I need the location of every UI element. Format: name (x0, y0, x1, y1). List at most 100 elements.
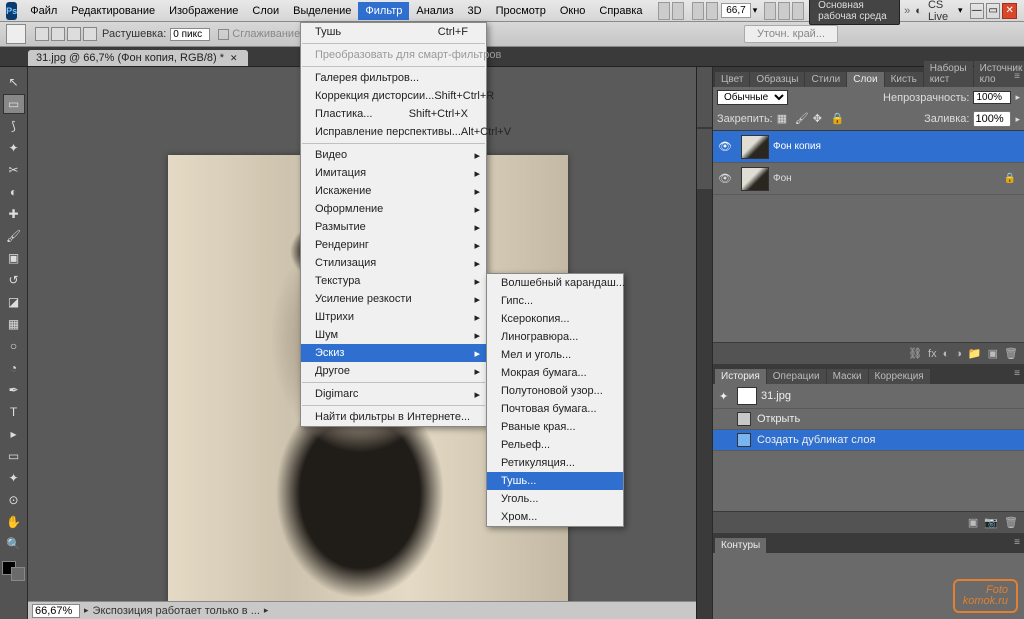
menu-item[interactable]: Текстура▸ (301, 272, 486, 290)
menu-layers[interactable]: Слои (245, 2, 286, 20)
tool-preset-icon[interactable] (6, 24, 26, 44)
dock-tab-2[interactable] (697, 129, 713, 189)
tab-brush-presets[interactable]: Наборы кист (924, 61, 973, 87)
menu-item[interactable]: Штрихи▸ (301, 308, 486, 326)
submenu-item[interactable]: Линогравюра... (487, 328, 623, 346)
menu-analysis[interactable]: Анализ (409, 2, 460, 20)
dock-tab-1[interactable] (697, 67, 713, 127)
3d-camera-tool[interactable]: ⊙ (3, 490, 25, 510)
submenu-item[interactable]: Ретикуляция... (487, 454, 623, 472)
clone-stamp-tool[interactable]: ▣ (3, 248, 25, 268)
layer-mask-icon[interactable]: ◐ (943, 348, 950, 360)
eyedropper-tool[interactable]: ◐ (3, 182, 25, 202)
layer-name[interactable]: Фон копия (773, 141, 821, 152)
link-layers-icon[interactable]: ⛓ (908, 347, 922, 360)
panel-menu-icon[interactable]: ≡ (1014, 368, 1020, 379)
3d-tool[interactable]: ✦ (3, 468, 25, 488)
submenu-item[interactable]: Полутоновой узор... (487, 382, 623, 400)
menu-filter[interactable]: Фильтр (358, 2, 409, 20)
history-snapshot[interactable]: ✦ 31.jpg (713, 384, 1024, 409)
type-tool[interactable]: T (3, 402, 25, 422)
tab-masks[interactable]: Маски (827, 369, 868, 384)
move-tool[interactable]: ↖ (3, 72, 25, 92)
select-subtract-icon[interactable] (67, 27, 81, 41)
menu-item[interactable]: Усиление резкости▸ (301, 290, 486, 308)
menu-item[interactable]: Галерея фильтров... (301, 69, 486, 87)
menu-help[interactable]: Справка (592, 2, 649, 20)
launch-bridge-icon[interactable] (658, 2, 670, 20)
adjustment-layer-icon[interactable]: ◑ (955, 348, 962, 360)
healing-brush-tool[interactable]: ✚ (3, 204, 25, 224)
launch-mini-bridge-icon[interactable] (672, 2, 684, 20)
menu-file[interactable]: Файл (23, 2, 64, 20)
screen-mode-icon[interactable] (706, 2, 718, 20)
panel-menu-icon[interactable]: ≡ (1014, 537, 1020, 548)
hand-tool[interactable]: ✋ (3, 512, 25, 532)
menu-select[interactable]: Выделение (286, 2, 358, 20)
menu-image[interactable]: Изображение (162, 2, 245, 20)
delete-state-icon[interactable]: 🗑 (1004, 516, 1018, 529)
shape-tool[interactable]: ▭ (3, 446, 25, 466)
history-step[interactable]: Создать дубликат слоя (713, 430, 1024, 451)
background-color[interactable] (11, 567, 25, 581)
maximize-button[interactable]: ▭ (986, 3, 1000, 19)
zoom-tool[interactable]: 🔍 (3, 534, 25, 554)
guides-icon[interactable] (778, 2, 790, 20)
submenu-item[interactable]: Рваные края... (487, 418, 623, 436)
panel-menu-icon[interactable]: ≡ (1014, 71, 1020, 82)
layer-name[interactable]: Фон (773, 173, 792, 184)
visibility-icon[interactable]: 👁 (713, 172, 737, 185)
menu-view[interactable]: Просмотр (489, 2, 553, 20)
submenu-item[interactable]: Уголь... (487, 490, 623, 508)
menu-item[interactable]: Другое▸ (301, 362, 486, 380)
gradient-tool[interactable]: ▦ (3, 314, 25, 334)
layer-fx-icon[interactable]: fx (928, 348, 937, 360)
submenu-item[interactable]: Рельеф... (487, 436, 623, 454)
tab-adjustments[interactable]: Коррекция (869, 369, 930, 384)
tab-paths[interactable]: Контуры (715, 538, 766, 553)
close-icon[interactable]: ✕ (230, 53, 238, 64)
pen-tool[interactable]: ✒ (3, 380, 25, 400)
lock-position-icon[interactable]: ✥ (813, 112, 827, 126)
menu-item[interactable]: Эскиз▸ (301, 344, 486, 362)
tab-history[interactable]: История (715, 369, 766, 384)
menu-3d[interactable]: 3D (461, 2, 489, 20)
menu-item[interactable]: Размытие▸ (301, 218, 486, 236)
menu-edit[interactable]: Редактирование (64, 2, 162, 20)
lock-all-icon[interactable]: 🔒 (831, 112, 845, 126)
anti-alias-checkbox[interactable] (218, 29, 229, 40)
layer-row[interactable]: 👁 Фон 🔒 (713, 163, 1024, 195)
menu-item[interactable]: Исправление перспективы...Alt+Ctrl+V (301, 123, 486, 141)
new-snapshot-icon[interactable]: 📷 (984, 516, 998, 529)
new-document-from-state-icon[interactable]: ▣ (968, 516, 978, 529)
menu-item[interactable]: Рендеринг▸ (301, 236, 486, 254)
view-extras-icon[interactable] (764, 2, 776, 20)
menu-item[interactable]: Оформление▸ (301, 200, 486, 218)
menu-item[interactable]: Видео▸ (301, 146, 486, 164)
history-step[interactable]: Открыть (713, 409, 1024, 430)
lasso-tool[interactable]: ⟆ (3, 116, 25, 136)
blur-tool[interactable]: ○ (3, 336, 25, 356)
select-new-icon[interactable] (35, 27, 49, 41)
minimize-button[interactable]: — (970, 3, 984, 19)
submenu-item[interactable]: Хром... (487, 508, 623, 526)
path-select-tool[interactable]: ▸ (3, 424, 25, 444)
visibility-icon[interactable]: 👁 (713, 140, 737, 153)
select-add-icon[interactable] (51, 27, 65, 41)
tab-layers[interactable]: Слои (847, 72, 883, 87)
new-layer-icon[interactable]: ▣ (988, 347, 998, 360)
tab-actions[interactable]: Операции (767, 369, 826, 384)
arrange-icon[interactable] (692, 2, 704, 20)
document-tab[interactable]: 31.jpg @ 66,7% (Фон копия, RGB/8) * ✕ (28, 50, 248, 66)
brush-tool[interactable]: 🖌 (3, 226, 25, 246)
menu-item[interactable]: Стилизация▸ (301, 254, 486, 272)
blend-mode-select[interactable]: Обычные (717, 90, 788, 105)
tab-color[interactable]: Цвет (715, 72, 749, 87)
delete-layer-icon[interactable]: 🗑 (1004, 347, 1018, 360)
menu-item[interactable]: ТушьCtrl+F (301, 23, 486, 41)
tab-brush[interactable]: Кисть (885, 72, 923, 87)
layer-thumbnail[interactable] (741, 167, 769, 191)
layer-thumbnail[interactable] (741, 135, 769, 159)
crop-tool[interactable]: ✂ (3, 160, 25, 180)
menu-window[interactable]: Окно (553, 2, 593, 20)
